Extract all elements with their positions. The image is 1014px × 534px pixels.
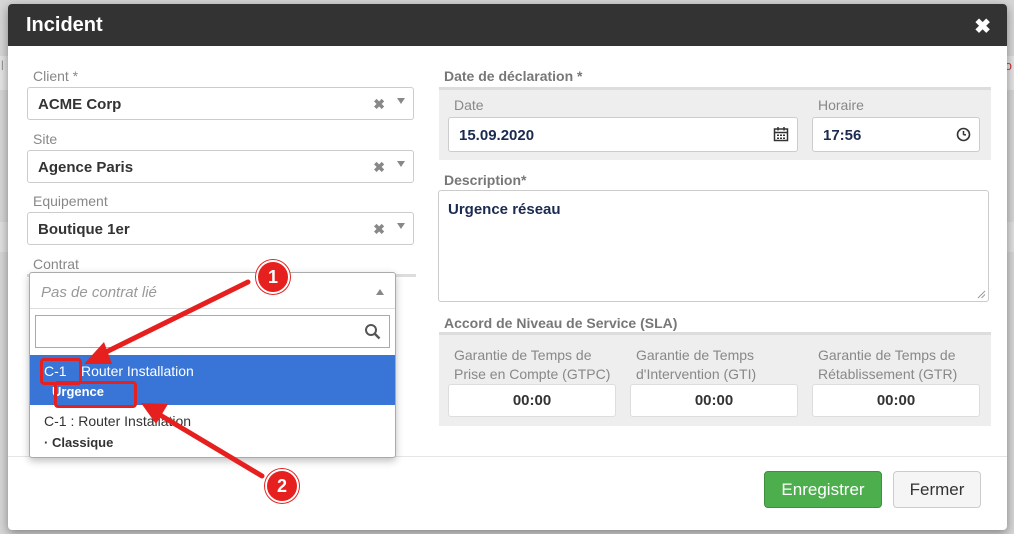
annotation-badge-1: 1 [256, 260, 290, 294]
annotation-badge-2: 2 [265, 469, 299, 503]
annotation-arrows [84, 279, 265, 479]
